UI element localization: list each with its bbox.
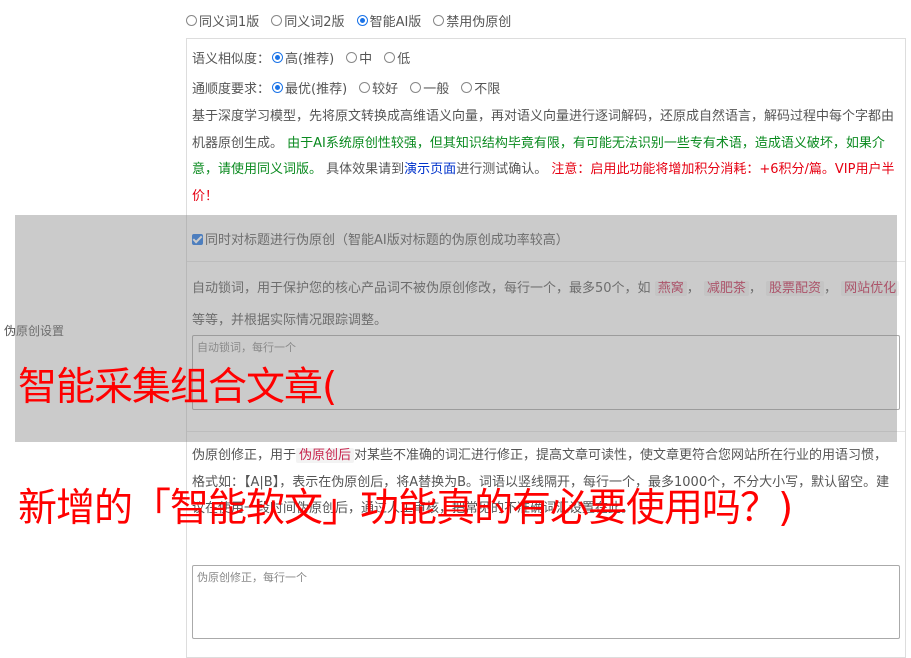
similarity-option-low[interactable]: 低 (384, 48, 410, 67)
radio-icon[interactable] (433, 15, 445, 26)
fluency-option-none[interactable]: 不限 (461, 78, 500, 97)
fix-words-textarea[interactable] (192, 565, 900, 639)
similarity-option-mid[interactable]: 中 (346, 48, 372, 67)
similarity-row: 语义相似度： 高(推荐) 中 低 (192, 48, 422, 67)
fluency-option-good[interactable]: 较好 (359, 78, 398, 97)
radio-checked-icon[interactable] (356, 15, 368, 26)
version-option-synonym2[interactable]: 同义词2版 (271, 11, 345, 30)
similarity-label: 语义相似度： (192, 52, 271, 67)
radio-checked-icon[interactable] (272, 82, 284, 93)
fluency-option-best[interactable]: 最优(推荐) (272, 78, 347, 97)
demo-page-link[interactable]: 演示页面 (404, 162, 456, 177)
version-option-disable[interactable]: 禁用伪原创 (433, 11, 511, 30)
radio-checked-icon[interactable] (272, 52, 284, 63)
fluency-option-normal[interactable]: 一般 (410, 78, 449, 97)
fluency-row: 通顺度要求： 最优(推荐) 较好 一般 不限 (192, 78, 512, 97)
radio-icon[interactable] (410, 82, 422, 93)
radio-icon[interactable] (359, 82, 371, 93)
version-option-ai[interactable]: 智能AI版 (356, 11, 421, 30)
example-tag: 伪原创后 (296, 448, 355, 463)
radio-icon[interactable] (186, 15, 197, 26)
radio-icon[interactable] (271, 15, 283, 26)
fluency-label: 通顺度要求： (192, 82, 271, 97)
ai-description: 基于深度学习模型，先将原文转换成高维语义向量，再对语义向量进行逐词解码，还原成自… (192, 109, 895, 204)
overlay-headline-2: 新增的「智能软文」功能真的有必要使用吗？) (18, 486, 793, 531)
radio-icon[interactable] (384, 52, 396, 63)
similarity-option-high[interactable]: 高(推荐) (272, 48, 334, 67)
version-radio-group: 同义词1版 同义词2版 智能AI版 禁用伪原创 (186, 11, 523, 30)
radio-icon[interactable] (346, 52, 358, 63)
overlay-headline-1: 智能采集组合文章( (18, 365, 337, 410)
version-option-synonym1[interactable]: 同义词1版 (186, 11, 259, 30)
radio-icon[interactable] (461, 82, 473, 93)
